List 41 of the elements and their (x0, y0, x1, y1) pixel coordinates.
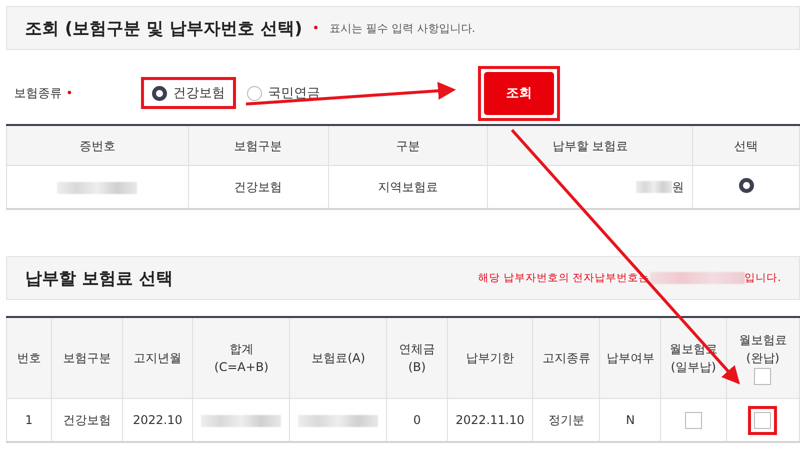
checkbox[interactable] (684, 412, 702, 428)
table-cell: 2022.10 (132, 413, 182, 427)
section-title: 조회 (보험구분 및 납부자번호 선택) (25, 18, 302, 40)
checkbox[interactable] (754, 368, 772, 386)
column-header: 월보험료 (완납) (738, 332, 787, 365)
currency-unit: 원 (672, 180, 684, 194)
table-cell: N (626, 413, 635, 427)
radio-option[interactable]: 건강보험 (144, 80, 233, 106)
radio-button[interactable] (152, 86, 167, 100)
column-header: 보험료(A) (312, 351, 366, 365)
field-label: 보험종류 • (13, 84, 74, 102)
column-header: 번호 (16, 351, 41, 365)
column-header: 보험구분 (188, 125, 328, 166)
column-header: 고지종류 (542, 351, 590, 365)
checkbox[interactable] (754, 412, 772, 428)
table-cell: 지역보험료 (378, 180, 438, 194)
column-header: 구분 (328, 125, 488, 166)
column-header: 납부여부 (606, 351, 654, 365)
table-cell: 정기분 (548, 412, 584, 426)
table-cell: 0 (413, 413, 421, 427)
required-mark: • (312, 21, 320, 35)
table-cell: 건강보험 (234, 180, 282, 194)
section-title: 납부할 보험료 선택 (25, 268, 173, 290)
column-header: 납부기한 (466, 351, 514, 365)
column-header: 고지년월 (134, 351, 182, 365)
radio-option[interactable]: 국민연금 (239, 80, 328, 106)
table-cell: 건강보험 (62, 412, 111, 426)
required-note: 표시는 필수 입력 사항입니다. (329, 20, 476, 36)
payment-note: 입니다. (744, 271, 781, 285)
column-header: 증번호 (6, 125, 188, 166)
column-header: 납부할 보험료 (488, 125, 693, 166)
column-header: 연체금(B) (399, 342, 436, 374)
column-header: 보험구분 (62, 351, 111, 365)
table-cell: 1 (25, 413, 33, 427)
column-header: 선택 (692, 125, 800, 166)
radio-button[interactable] (738, 178, 754, 193)
radio-button[interactable] (247, 86, 262, 100)
search-button[interactable]: 조회 (484, 72, 554, 114)
table-cell: 2022.11.10 (456, 413, 524, 427)
column-header: 합계 (C=A+B) (214, 342, 269, 374)
blurred-value (636, 181, 672, 194)
